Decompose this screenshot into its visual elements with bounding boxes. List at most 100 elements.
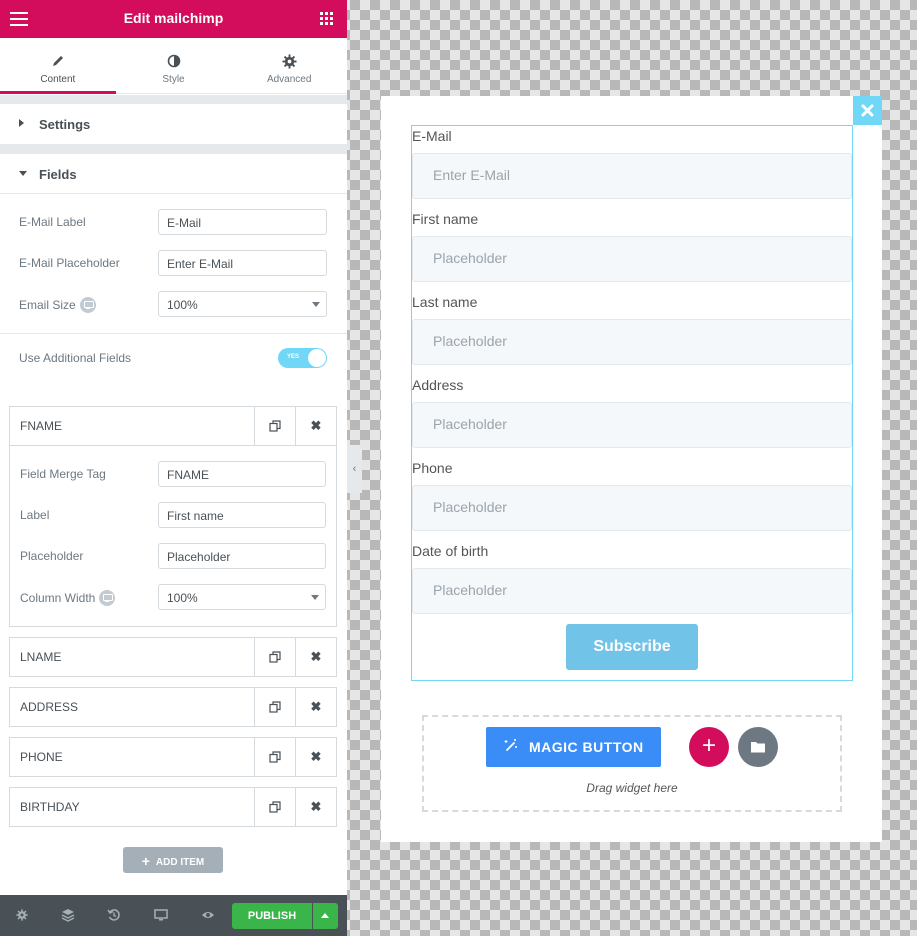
close-icon[interactable]: ✖ xyxy=(295,638,336,676)
email-placeholder-caption: E-Mail Placeholder xyxy=(19,256,120,270)
navigator-layers-icon[interactable] xyxy=(60,907,76,923)
repeater-item-title: ADDRESS xyxy=(20,700,79,714)
publish-options-button[interactable] xyxy=(313,903,338,929)
merge-tag-field[interactable]: FNAME xyxy=(158,461,326,487)
panel-collapse-handle[interactable]: ‹ xyxy=(347,445,362,493)
form-label-email: E-Mail xyxy=(412,128,452,144)
tab-advanced[interactable]: Advanced xyxy=(231,38,347,93)
drag-widget-hint: Drag widget here xyxy=(586,781,678,795)
label-field[interactable]: First name xyxy=(158,502,326,528)
toggle-yes-text: YES xyxy=(287,354,300,360)
history-icon[interactable] xyxy=(106,907,122,923)
duplicate-icon[interactable] xyxy=(254,788,295,826)
form-input-address[interactable]: Placeholder xyxy=(412,402,852,448)
close-icon[interactable]: ✖ xyxy=(295,688,336,726)
toggle-knob xyxy=(308,349,326,367)
settings-gear-icon[interactable] xyxy=(14,907,30,923)
repeater-item-header[interactable]: ADDRESS ✖ xyxy=(10,688,336,726)
repeater-item-fname: FNAME ✖ Field Merge Tag FNAME Label Firs… xyxy=(9,406,337,627)
email-size-caption: Email Size xyxy=(19,297,96,314)
duplicate-icon[interactable] xyxy=(254,638,295,676)
subscribe-button[interactable]: Subscribe xyxy=(566,624,698,670)
duplicate-icon[interactable] xyxy=(254,738,295,776)
repeater-item-body: Field Merge Tag FNAME Label First name P… xyxy=(10,445,336,626)
tab-style[interactable]: Style xyxy=(116,38,232,93)
section-settings[interactable]: Settings xyxy=(0,104,347,144)
placeholder-caption: Placeholder xyxy=(20,549,84,563)
form-label-phone: Phone xyxy=(412,460,453,476)
plus-icon: + xyxy=(141,853,150,869)
email-size-select[interactable]: 100% xyxy=(158,291,327,317)
chevron-down-icon xyxy=(312,302,320,307)
chevron-down-icon xyxy=(311,595,319,600)
email-label-field[interactable]: E-Mail xyxy=(158,209,327,235)
form-input-birthday[interactable]: Placeholder xyxy=(412,568,852,614)
repeater-item-header[interactable]: FNAME ✖ xyxy=(10,407,336,445)
repeater-item-title: LNAME xyxy=(20,650,62,664)
tab-advanced-label: Advanced xyxy=(266,74,312,85)
widgets-grid-icon[interactable] xyxy=(320,12,333,25)
form-input-email[interactable]: Enter E-Mail xyxy=(412,153,852,199)
widget-close-button[interactable] xyxy=(853,96,882,125)
plus-icon: + xyxy=(701,732,716,759)
add-template-button[interactable] xyxy=(738,727,778,767)
repeater-item-address: ADDRESS ✖ xyxy=(9,687,337,727)
placeholder-field[interactable]: Placeholder xyxy=(158,543,326,569)
repeater-item-phone: PHONE ✖ xyxy=(9,737,337,777)
responsive-monitor-icon[interactable] xyxy=(99,590,116,606)
responsive-desktop-icon[interactable] xyxy=(153,907,169,923)
merge-tag-caption: Field Merge Tag xyxy=(20,467,106,481)
divider xyxy=(0,333,347,334)
email-placeholder-field[interactable]: Enter E-Mail xyxy=(158,250,327,276)
add-section-button[interactable]: + xyxy=(689,727,729,767)
form-label-address: Address xyxy=(412,377,464,393)
section-settings-label: Settings xyxy=(39,117,91,132)
gear-icon xyxy=(231,52,347,70)
contrast-icon xyxy=(116,52,232,70)
caret-right-icon xyxy=(19,119,24,127)
repeater-item-header[interactable]: BIRTHDAY ✖ xyxy=(10,788,336,826)
add-item-button[interactable]: + ADD ITEM xyxy=(123,847,223,873)
email-size-label: Email Size xyxy=(19,298,76,313)
repeater-item-title: BIRTHDAY xyxy=(20,800,80,814)
repeater-item-title: FNAME xyxy=(20,419,62,433)
close-icon[interactable]: ✖ xyxy=(295,407,336,445)
column-width-value: 100% xyxy=(167,591,198,605)
column-width-select[interactable]: 100% xyxy=(158,584,326,610)
panel-tabs: Content Style Advanced xyxy=(0,38,347,94)
publish-button[interactable]: PUBLISH xyxy=(232,903,312,929)
magic-button-label: MAGIC BUTTON xyxy=(529,739,644,755)
close-icon[interactable]: ✖ xyxy=(295,738,336,776)
form-input-first-name[interactable]: Placeholder xyxy=(412,236,852,282)
panel-title: Edit mailchimp xyxy=(123,10,224,26)
repeater-item-birthday: BIRTHDAY ✖ xyxy=(9,787,337,827)
form-input-phone[interactable]: Placeholder xyxy=(412,485,852,531)
magic-wand-icon xyxy=(504,739,517,751)
form-input-last-name[interactable]: Placeholder xyxy=(412,319,852,365)
responsive-monitor-icon[interactable] xyxy=(79,297,96,313)
tab-content[interactable]: Content xyxy=(0,38,116,94)
section-gap xyxy=(0,144,347,154)
preview-eye-icon[interactable] xyxy=(200,907,216,923)
form-label-birthday: Date of birth xyxy=(412,543,489,559)
caret-down-icon xyxy=(19,171,27,176)
additional-fields-caption: Use Additional Fields xyxy=(19,351,132,365)
repeater-item-lname: LNAME ✖ xyxy=(9,637,337,677)
duplicate-icon[interactable] xyxy=(254,407,295,445)
close-icon[interactable]: ✖ xyxy=(295,788,336,826)
repeater-item-header[interactable]: LNAME ✖ xyxy=(10,638,336,676)
folder-icon xyxy=(751,742,765,753)
form-label-first-name: First name xyxy=(412,211,479,227)
repeater-item-header[interactable]: PHONE ✖ xyxy=(10,738,336,776)
section-fields[interactable]: Fields xyxy=(0,154,347,194)
duplicate-icon[interactable] xyxy=(254,688,295,726)
column-width-label: Column Width xyxy=(20,591,96,606)
magic-button[interactable]: MAGIC BUTTON xyxy=(486,727,661,767)
email-size-value: 100% xyxy=(167,298,198,312)
additional-fields-toggle[interactable]: YES xyxy=(278,348,327,368)
divider xyxy=(0,193,347,194)
section-fields-label: Fields xyxy=(39,167,77,182)
add-item-label: ADD ITEM xyxy=(155,857,205,868)
email-label-caption: E-Mail Label xyxy=(19,215,86,229)
tab-content-label: Content xyxy=(40,74,76,85)
